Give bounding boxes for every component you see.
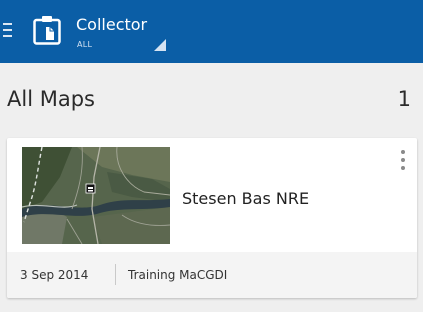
app-title[interactable]: Collector [76, 15, 147, 35]
map-thumbnail [22, 147, 170, 244]
dropdown-triangle-icon[interactable] [154, 39, 166, 51]
more-vert-icon[interactable] [396, 149, 410, 171]
app-bar: Collector ALL [0, 0, 423, 63]
map-card[interactable]: Stesen Bas NRE 3 Sep 2014 Training MaCGD… [7, 138, 417, 298]
map-date: 3 Sep 2014 [20, 268, 89, 282]
collector-app-icon [33, 16, 61, 45]
map-group: Training MaCGDI [128, 268, 228, 282]
map-card-footer: 3 Sep 2014 Training MaCGDI [7, 252, 417, 298]
hamburger-menu-icon[interactable] [3, 20, 16, 42]
footer-divider [115, 264, 116, 285]
section-title: All Maps [7, 87, 95, 111]
filter-subtitle[interactable]: ALL [77, 40, 92, 50]
map-count: 1 [397, 87, 411, 111]
map-title: Stesen Bas NRE [182, 189, 310, 208]
